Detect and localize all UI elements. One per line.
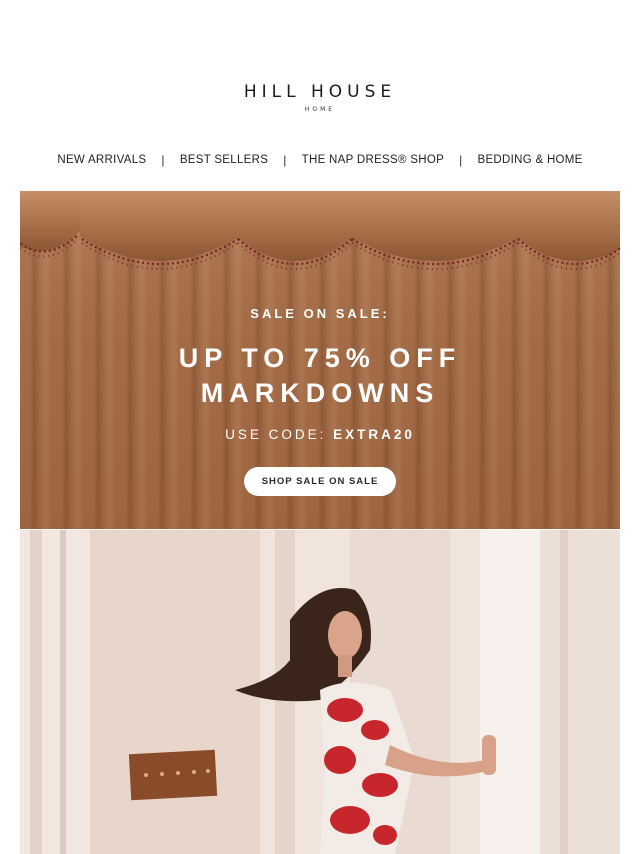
model-photo-image <box>20 530 620 854</box>
hero-eyebrow: SALE ON SALE: <box>250 306 390 321</box>
nav-separator: | <box>161 153 165 167</box>
curtain-valance-image <box>20 191 620 270</box>
shop-sale-button[interactable]: SHOP SALE ON SALE <box>244 467 396 496</box>
nav-item-bedding-home[interactable]: BEDDING & HOME <box>477 154 582 166</box>
brand-logo[interactable]: HILL HOUSE HOME <box>0 82 640 113</box>
sale-hero-banner[interactable]: SALE ON SALE: UP TO 75% OFF MARKDOWNS US… <box>20 191 620 529</box>
nav-item-best-sellers[interactable]: BEST SELLERS <box>180 154 268 166</box>
promo-code-label: USE CODE: <box>225 427 327 442</box>
promo-code-value: EXTRA20 <box>333 427 415 442</box>
main-nav: NEW ARRIVALS | BEST SELLERS | THE NAP DR… <box>20 151 620 169</box>
hero-headline-line2: MARKDOWNS <box>200 378 440 408</box>
hero-headline-line1: UP TO 75% OFF <box>178 343 462 373</box>
brand-name: HILL HOUSE <box>243 82 397 102</box>
nav-item-nap-dress-shop[interactable]: THE NAP DRESS® SHOP <box>302 154 444 166</box>
hero-headline: UP TO 75% OFF MARKDOWNS <box>20 341 620 411</box>
promo-code-text: USE CODE: EXTRA20 <box>20 427 620 442</box>
brand-subtitle: HOME <box>304 106 336 113</box>
nav-separator: | <box>459 153 463 167</box>
nav-separator: | <box>283 153 287 167</box>
lifestyle-photo[interactable] <box>20 530 620 854</box>
nav-item-new-arrivals[interactable]: NEW ARRIVALS <box>57 154 146 166</box>
